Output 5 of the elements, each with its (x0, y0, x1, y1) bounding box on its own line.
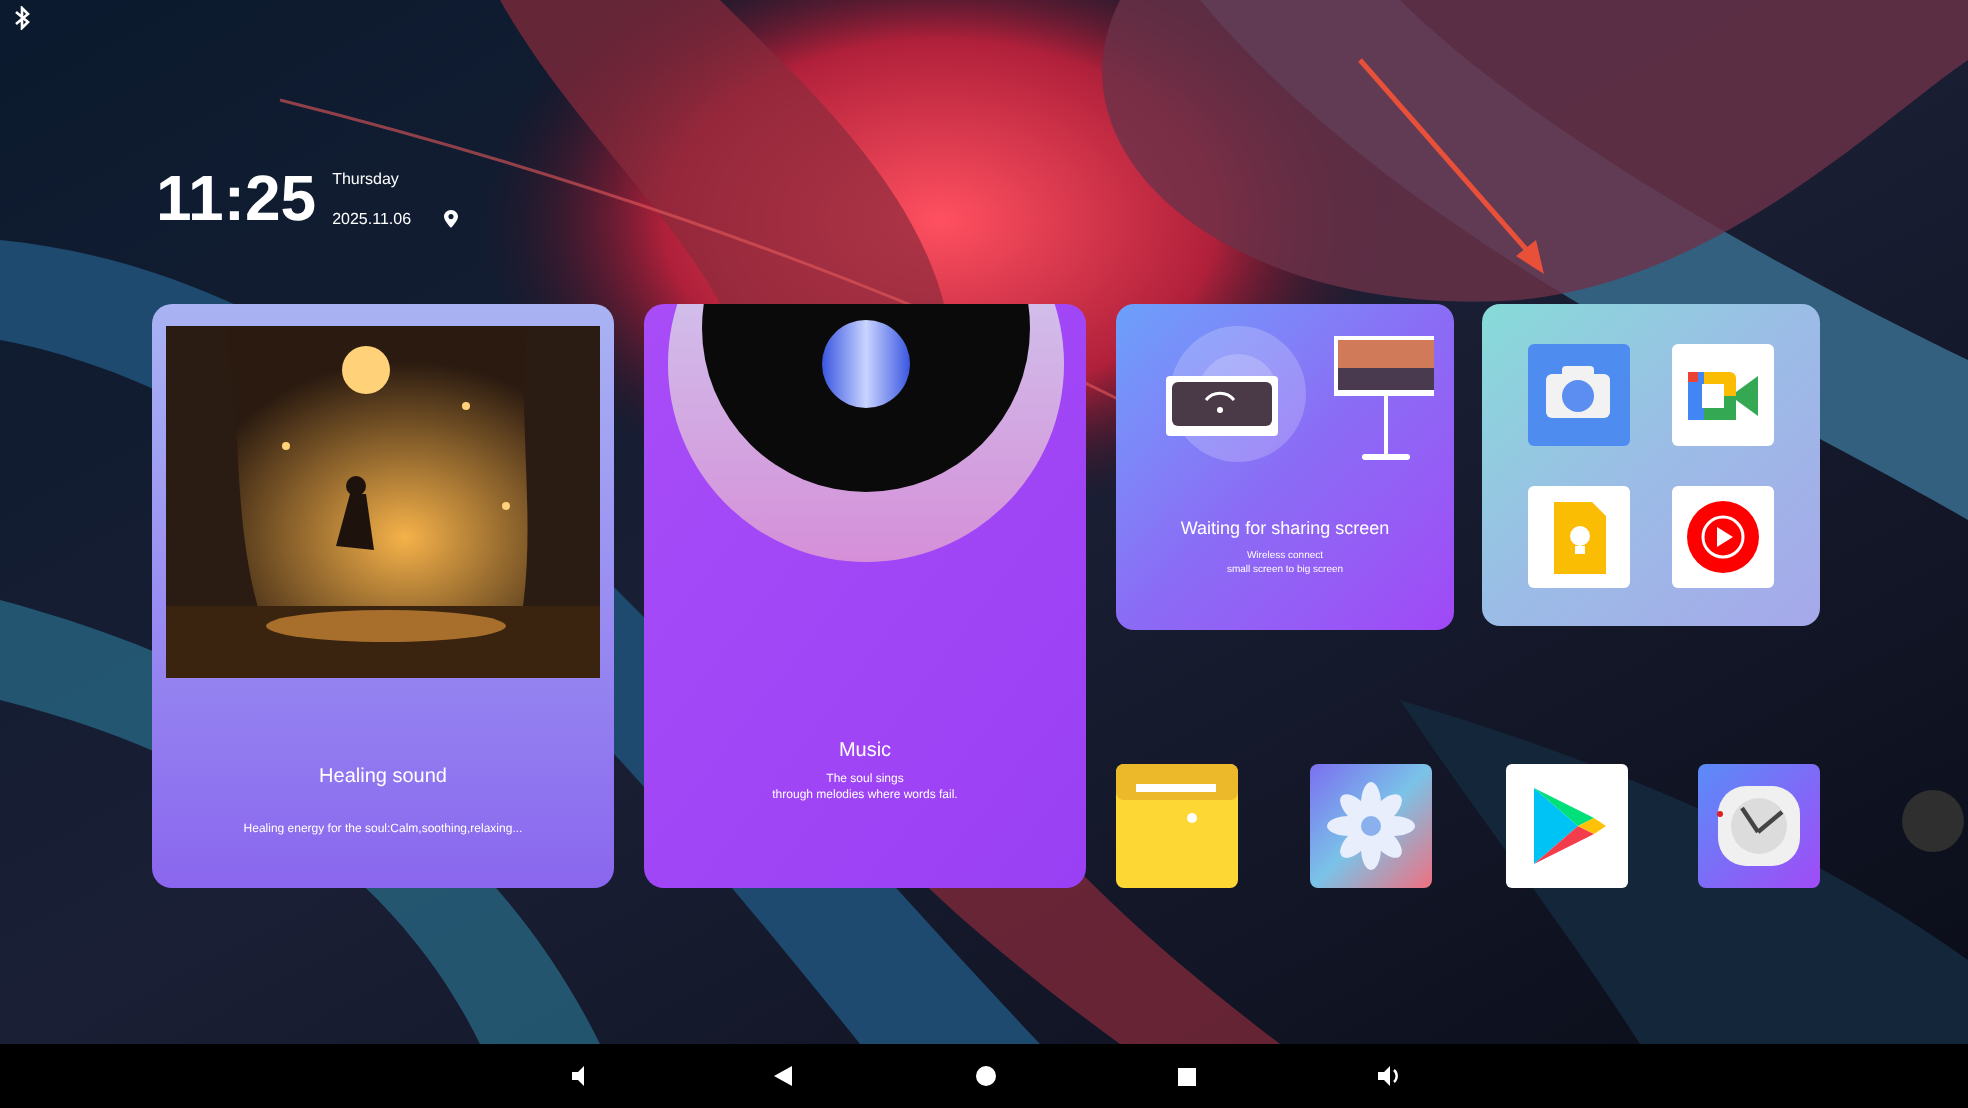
recent-apps-icon[interactable] (1178, 1067, 1196, 1085)
volume-up-icon[interactable] (1378, 1066, 1400, 1086)
volume-down-icon[interactable] (570, 1066, 590, 1086)
back-icon[interactable] (774, 1066, 792, 1086)
home-icon[interactable] (976, 1066, 996, 1086)
